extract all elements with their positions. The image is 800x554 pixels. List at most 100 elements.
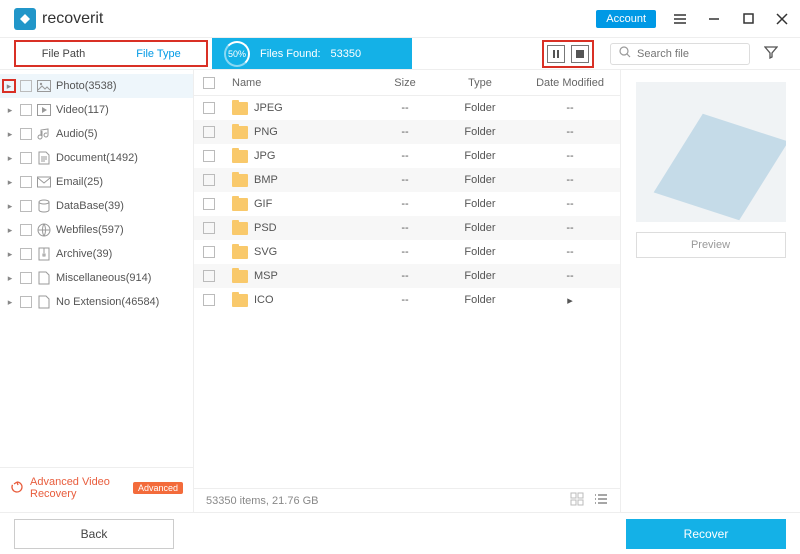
chevron-right-icon[interactable]: ▸: [4, 225, 16, 236]
list-view-icon[interactable]: [594, 492, 608, 509]
header-size[interactable]: Size: [370, 77, 440, 89]
row-size: --: [370, 294, 440, 306]
sidebar-item-none[interactable]: ▸No Extension(46584): [0, 290, 193, 314]
search-input[interactable]: [637, 48, 741, 60]
archive-icon: [36, 247, 52, 261]
sidebar-item-label: Photo(3538): [56, 80, 117, 92]
sidebar-item-db[interactable]: ▸DataBase(39): [0, 194, 193, 218]
row-name: GIF: [254, 198, 272, 210]
account-button[interactable]: Account: [596, 10, 656, 28]
row-date: --: [520, 222, 620, 234]
table-row[interactable]: BMP--Folder--: [194, 168, 620, 192]
header-type[interactable]: Type: [440, 77, 520, 89]
chevron-right-icon[interactable]: ▸: [4, 249, 16, 260]
tree-checkbox[interactable]: [20, 296, 32, 308]
sidebar-item-mail[interactable]: ▸Email(25): [0, 170, 193, 194]
row-name: BMP: [254, 174, 278, 186]
tree-checkbox[interactable]: [20, 200, 32, 212]
tree-checkbox[interactable]: [20, 176, 32, 188]
chevron-right-icon[interactable]: ▸: [4, 153, 16, 164]
row-type: Folder: [440, 126, 520, 138]
sidebar-item-audio[interactable]: ▸ Audio(5): [0, 122, 193, 146]
recover-button[interactable]: Recover: [626, 519, 786, 549]
progress-count: 53350: [331, 48, 362, 60]
row-checkbox[interactable]: [203, 246, 215, 258]
chevron-right-icon[interactable]: ▸: [4, 273, 16, 284]
sidebar-item-archive[interactable]: ▸Archive(39): [0, 242, 193, 266]
sidebar-item-label: Audio(5): [56, 128, 98, 140]
row-checkbox[interactable]: [203, 294, 215, 306]
search-box[interactable]: [610, 43, 750, 65]
folder-icon: [232, 102, 248, 115]
chevron-right-icon[interactable]: ▸: [2, 79, 16, 93]
sidebar-item-misc[interactable]: ▸Miscellaneous(914): [0, 266, 193, 290]
back-button[interactable]: Back: [14, 519, 174, 549]
advanced-recovery[interactable]: Advanced Video Recovery Advanced: [0, 467, 193, 508]
maximize-icon[interactable]: [740, 11, 756, 27]
chevron-right-icon[interactable]: ▸: [4, 129, 16, 140]
table-row[interactable]: PNG--Folder--: [194, 120, 620, 144]
select-all-checkbox[interactable]: [203, 77, 215, 89]
sidebar-item-image[interactable]: ▸ Photo(3538): [0, 74, 193, 98]
row-name: MSP: [254, 270, 278, 282]
table-row[interactable]: ICO--Folder▸: [194, 288, 620, 312]
row-checkbox[interactable]: [203, 222, 215, 234]
tree-checkbox[interactable]: [20, 128, 32, 140]
filter-icon[interactable]: [764, 45, 784, 62]
folder-icon: [232, 270, 248, 283]
minimize-icon[interactable]: [706, 11, 722, 27]
chevron-right-icon[interactable]: ▸: [4, 297, 16, 308]
row-type: Folder: [440, 174, 520, 186]
table-row[interactable]: JPEG--Folder--: [194, 96, 620, 120]
menu-icon[interactable]: [672, 11, 688, 27]
preview-button[interactable]: Preview: [636, 232, 786, 258]
row-type: Folder: [440, 150, 520, 162]
row-date: ▸: [520, 294, 620, 307]
row-type: Folder: [440, 102, 520, 114]
tab-file-path[interactable]: File Path: [16, 42, 111, 65]
table-row[interactable]: JPG--Folder--: [194, 144, 620, 168]
preview-thumbnail: [636, 82, 786, 222]
header-name[interactable]: Name: [224, 77, 370, 89]
table-row[interactable]: PSD--Folder--: [194, 216, 620, 240]
row-checkbox[interactable]: [203, 198, 215, 210]
table-row[interactable]: SVG--Folder--: [194, 240, 620, 264]
header-date[interactable]: Date Modified: [520, 77, 620, 89]
tree-checkbox[interactable]: [20, 248, 32, 260]
tree-checkbox[interactable]: [20, 80, 32, 92]
video-icon: [36, 103, 52, 117]
sidebar-item-video[interactable]: ▸Video(117): [0, 98, 193, 122]
tree-checkbox[interactable]: [20, 152, 32, 164]
grid-view-icon[interactable]: [570, 492, 584, 509]
sidebar-item-web[interactable]: ▸Webfiles(597): [0, 218, 193, 242]
row-checkbox[interactable]: [203, 102, 215, 114]
row-checkbox[interactable]: [203, 174, 215, 186]
tree-checkbox[interactable]: [20, 272, 32, 284]
view-tabs: File Path File Type: [14, 40, 208, 67]
row-checkbox[interactable]: [203, 150, 215, 162]
tab-file-type[interactable]: File Type: [111, 42, 206, 65]
row-name: JPG: [254, 150, 275, 162]
row-date: --: [520, 270, 620, 282]
row-checkbox[interactable]: [203, 270, 215, 282]
folder-icon: [232, 198, 248, 211]
tree-checkbox[interactable]: [20, 224, 32, 236]
chevron-right-icon[interactable]: ▸: [4, 177, 16, 188]
stop-button[interactable]: [571, 45, 589, 63]
pause-button[interactable]: [547, 45, 565, 63]
chevron-right-icon[interactable]: ▸: [4, 105, 16, 116]
sidebar-item-label: Document(1492): [56, 152, 138, 164]
close-icon[interactable]: [774, 11, 790, 27]
tree-checkbox[interactable]: [20, 104, 32, 116]
row-checkbox[interactable]: [203, 126, 215, 138]
status-bar: 53350 items, 21.76 GB: [194, 488, 620, 512]
progress-circle: 50%: [224, 41, 250, 67]
table-row[interactable]: MSP--Folder--: [194, 264, 620, 288]
row-size: --: [370, 222, 440, 234]
scan-controls: [542, 40, 594, 68]
row-name: JPEG: [254, 102, 283, 114]
sidebar-item-doc[interactable]: ▸ Document(1492): [0, 146, 193, 170]
chevron-right-icon[interactable]: ▸: [4, 201, 16, 212]
preview-panel: Preview: [620, 70, 800, 512]
table-row[interactable]: GIF--Folder--: [194, 192, 620, 216]
